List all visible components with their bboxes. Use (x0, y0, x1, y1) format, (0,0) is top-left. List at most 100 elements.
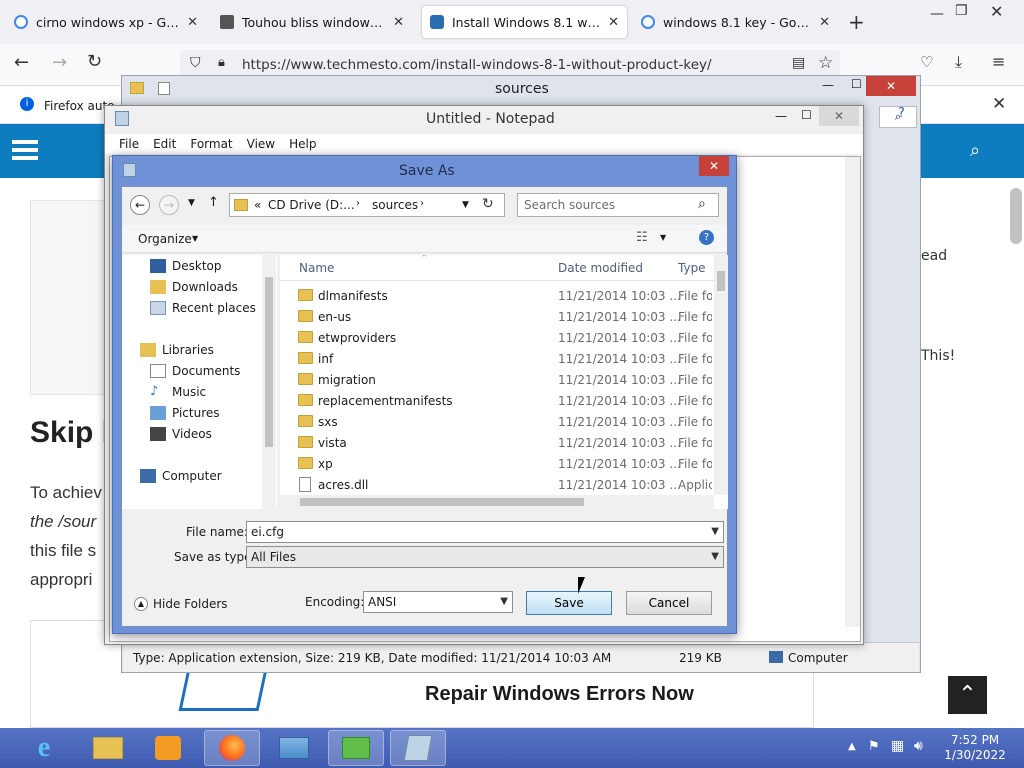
nav-item-music[interactable]: ♪ Music (150, 382, 206, 402)
menu-format[interactable]: Format (190, 137, 232, 151)
network-icon[interactable]: ▦ (891, 738, 904, 754)
reader-view-icon[interactable]: ▤ (792, 55, 805, 71)
tab-close-icon[interactable]: ✕ (393, 15, 404, 30)
hide-folders-button[interactable]: Hide Folders (153, 597, 228, 611)
column-type[interactable]: Type (678, 261, 706, 275)
nav-item-videos[interactable]: Videos (150, 424, 212, 444)
breadcrumb-separator-icon[interactable]: › (356, 198, 360, 209)
search-icon[interactable]: ⌕ (698, 196, 706, 212)
pocket-icon[interactable]: ♡ (920, 53, 933, 71)
forward-arrow-icon[interactable]: → (52, 52, 67, 73)
ad-title[interactable]: Repair Windows Errors Now (425, 683, 694, 706)
hamburger-menu-icon[interactable]: ≡ (992, 52, 1005, 71)
file-row[interactable]: replacementmanifests 11/21/2014 10:03 ...… (280, 390, 712, 411)
save-type-dropdown-icon[interactable]: ▼ (711, 551, 719, 562)
dialog-help-icon[interactable]: ? (699, 230, 714, 245)
shield-icon[interactable]: ⛉ (190, 55, 201, 71)
column-name[interactable]: Name (299, 261, 334, 275)
breadcrumb-separator-icon[interactable]: › (420, 198, 424, 209)
tab-close-icon[interactable]: ✕ (187, 15, 198, 30)
file-row[interactable]: migration11/21/2014 10:03 ...File fol (280, 369, 712, 390)
nav-item-downloads[interactable]: Downloads (150, 277, 238, 297)
file-row[interactable]: acres.dll 11/21/2014 10:03 ... Applic (280, 474, 712, 495)
notepad-vertical-scrollbar[interactable] (845, 157, 860, 627)
nav-pane-scrollbar-thumb[interactable] (265, 277, 273, 447)
breadcrumb-cd-drive[interactable]: CD Drive (D:... (268, 198, 355, 212)
tab-install-windows[interactable]: Install Windows 8.1 without a ✕ (422, 6, 627, 38)
restore-icon[interactable]: ❐ (955, 3, 968, 19)
bookmark-star-icon[interactable]: ☆ (818, 53, 833, 73)
view-options-icon[interactable]: ☷ (636, 230, 648, 245)
up-arrow-icon[interactable]: ↑ (208, 195, 219, 210)
nav-item-desktop[interactable]: Desktop (150, 256, 222, 276)
action-center-flag-icon[interactable]: ⚑ (868, 739, 880, 754)
file-row[interactable]: dlmanifests11/21/2014 10:03 ...File fol (280, 285, 712, 306)
encoding-select[interactable]: ANSI ▼ (363, 591, 513, 613)
back-to-top-button[interactable]: ⌃ (948, 676, 987, 714)
save-as-close-button[interactable]: ✕ (699, 156, 729, 176)
properties-icon[interactable] (158, 82, 170, 95)
new-tab-button[interactable]: + (848, 10, 865, 34)
file-name-dropdown-icon[interactable]: ▼ (711, 526, 719, 537)
hide-folders-chevron-icon[interactable]: ▲ (134, 597, 148, 611)
file-list-vscroll-thumb[interactable] (717, 271, 725, 291)
explorer-window-taskbar-button[interactable] (328, 730, 384, 766)
file-row[interactable]: inf11/21/2014 10:03 ...File fol (280, 348, 712, 369)
internet-explorer-taskbar-button[interactable]: e (16, 730, 72, 766)
organize-button[interactable]: Organize (138, 232, 192, 246)
site-search-icon[interactable]: ⌕ (970, 140, 980, 161)
column-date-modified[interactable]: Date modified (558, 261, 643, 275)
forward-button[interactable]: → (159, 195, 179, 215)
save-as-type-select[interactable]: All Files ▼ (246, 546, 724, 568)
breadcrumb-sources[interactable]: sources (372, 198, 418, 212)
tab-close-icon[interactable]: ✕ (608, 15, 619, 30)
refresh-icon[interactable]: ↻ (482, 196, 494, 212)
search-box[interactable]: Search sources ⌕ (517, 193, 719, 217)
file-list-horizontal-scrollbar[interactable] (280, 495, 714, 509)
minimize-icon[interactable]: — (930, 6, 944, 22)
breadcrumb-overflow[interactable]: « (254, 198, 261, 212)
file-row[interactable]: sxs11/21/2014 10:03 ...File fol (280, 411, 712, 432)
back-button[interactable]: ← (130, 195, 150, 215)
media-player-taskbar-button[interactable] (140, 730, 196, 766)
nav-item-libraries[interactable]: Libraries (140, 340, 214, 360)
file-list-vertical-scrollbar[interactable] (714, 255, 728, 495)
page-scrollbar[interactable] (1006, 178, 1024, 728)
file-name-input[interactable]: ei.cfg ▼ (246, 521, 724, 543)
firefox-taskbar-button[interactable] (204, 730, 260, 766)
address-dropdown-icon[interactable]: ▼ (462, 200, 469, 210)
photo-viewer-taskbar-button[interactable] (266, 730, 322, 766)
nav-item-recent-places[interactable]: Recent places (150, 298, 256, 318)
notepad-maximize-icon[interactable]: ☐ (801, 108, 812, 122)
site-menu-icon[interactable] (12, 140, 38, 144)
tab-close-icon[interactable]: ✕ (819, 15, 830, 30)
close-window-icon[interactable]: ✕ (990, 2, 1003, 21)
show-hidden-icons-icon[interactable]: ▲ (848, 741, 856, 752)
back-arrow-icon[interactable]: ← (14, 52, 29, 73)
notepad-taskbar-button[interactable] (390, 730, 446, 766)
file-row[interactable]: en-us11/21/2014 10:03 ...File fol (280, 306, 712, 327)
menu-edit[interactable]: Edit (153, 137, 176, 151)
clock[interactable]: 7:52 PM 1/30/2022 (940, 733, 1010, 763)
menu-view[interactable]: View (247, 137, 275, 151)
nav-item-pictures[interactable]: Pictures (150, 403, 220, 423)
save-button[interactable]: Save (526, 591, 612, 615)
tab-windows-key-search[interactable]: windows 8.1 key - Google Se ✕ (633, 6, 838, 38)
file-row[interactable]: etwproviders11/21/2014 10:03 ...File fol (280, 327, 712, 348)
explorer-close-button[interactable]: ✕ (866, 76, 916, 96)
notepad-minimize-icon[interactable]: — (775, 109, 787, 123)
file-row[interactable]: xp11/21/2014 10:03 ...File fol (280, 453, 712, 474)
explorer-help-icon[interactable]: ? (898, 106, 905, 121)
nav-pane-scrollbar[interactable] (262, 255, 276, 509)
encoding-dropdown-icon[interactable]: ▼ (500, 596, 508, 607)
nav-item-computer[interactable]: Computer (140, 466, 222, 486)
file-list-hscroll-thumb[interactable] (300, 498, 584, 506)
tab-touhou-bliss[interactable]: Touhou bliss windows xp ✕ (212, 6, 412, 38)
organize-dropdown-icon[interactable]: ▼ (192, 234, 198, 243)
address-bar[interactable]: « CD Drive (D:... › sources › ▼ ↻ (229, 193, 505, 217)
recent-locations-icon[interactable]: ▼ (188, 198, 195, 208)
page-scrollbar-thumb[interactable] (1010, 188, 1022, 244)
notification-close-icon[interactable]: ✕ (992, 94, 1006, 114)
explorer-maximize-icon[interactable]: ☐ (851, 77, 862, 91)
file-row[interactable]: vista11/21/2014 10:03 ...File fol (280, 432, 712, 453)
